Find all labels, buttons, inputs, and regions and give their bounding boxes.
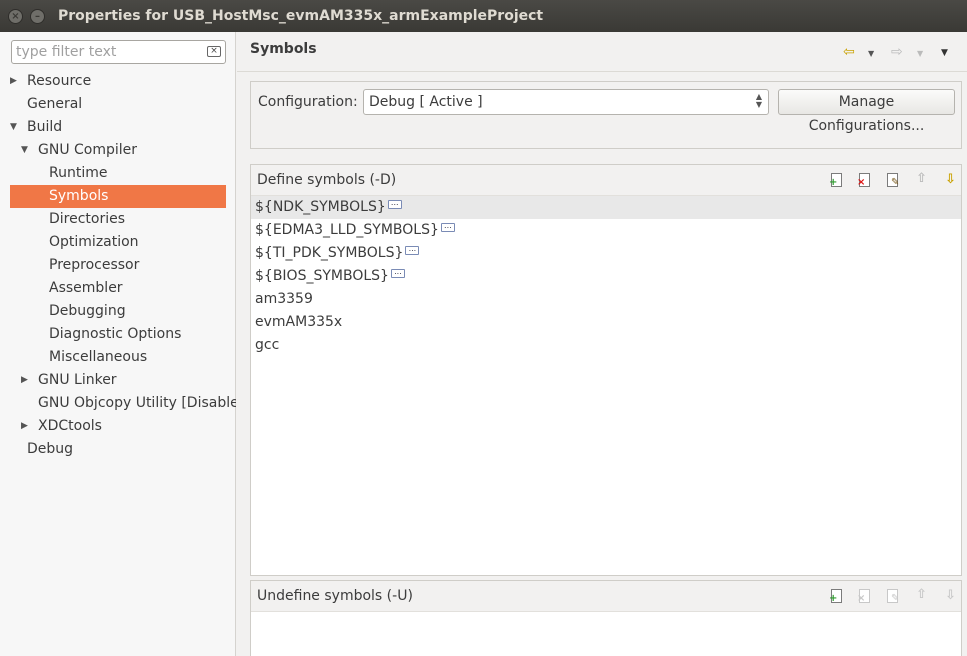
updown-arrows-icon: ▲ ▼: [755, 92, 762, 109]
window-title: Properties for USB_HostMsc_evmAM335x_arm…: [58, 8, 544, 24]
symbol-text: ${TI_PDK_SYMBOLS}: [255, 245, 404, 261]
manage-configurations-button[interactable]: Manage Configurations...: [778, 89, 955, 134]
symbol-text: ${BIOS_SYMBOLS}: [255, 268, 389, 284]
add-symbol-icon[interactable]: +: [829, 172, 845, 188]
tree-item-build[interactable]: ▼ Build: [0, 116, 236, 139]
collapse-arrow-icon[interactable]: ▼: [10, 116, 17, 139]
tree-item-debugging[interactable]: Debugging: [10, 300, 226, 323]
tree-item-gnu-linker[interactable]: ▶ GNU Linker: [0, 369, 236, 392]
symbol-text: ${EDMA3_LLD_SYMBOLS}: [255, 222, 439, 238]
symbol-text: evmAM335x: [255, 314, 343, 330]
symbol-text: ${NDK_SYMBOLS}: [255, 199, 386, 215]
tree-item-label: Miscellaneous: [49, 349, 148, 365]
variable-ellipsis-icon[interactable]: ...: [405, 245, 420, 255]
tree-item-general[interactable]: General: [0, 93, 236, 116]
symbol-text: am3359: [255, 291, 313, 307]
tree-item-assembler[interactable]: Assembler: [10, 277, 226, 300]
define-symbols-list: ${NDK_SYMBOLS}... ${EDMA3_LLD_SYMBOLS}...…: [251, 196, 961, 357]
tree-item-label: Debug: [27, 441, 74, 457]
tree-item-label: Build: [27, 119, 63, 135]
tree-item-gnu-compiler[interactable]: ▼ GNU Compiler: [0, 139, 236, 162]
tree-item-label: Resource: [27, 73, 92, 89]
close-window-button[interactable]: ×: [8, 9, 23, 24]
filter-field: ×: [11, 40, 226, 64]
symbol-row[interactable]: evmAM335x: [251, 311, 961, 334]
tree-item-label: Assembler: [49, 280, 123, 296]
variable-ellipsis-icon[interactable]: ...: [390, 268, 405, 278]
edit-symbol-icon[interactable]: ✎: [885, 172, 901, 188]
tree-item-preprocessor[interactable]: Preprocessor: [10, 254, 226, 277]
delete-symbol-icon[interactable]: ×: [857, 172, 873, 188]
tree-item-label: General: [27, 96, 83, 112]
tree-item-diagnostic-options[interactable]: Diagnostic Options: [10, 323, 226, 346]
configuration-select[interactable]: Debug [ Active ] ▲ ▼: [363, 89, 769, 115]
tree-item-label: Debugging: [49, 303, 126, 319]
tree-item-label: GNU Compiler: [38, 142, 138, 158]
expand-arrow-icon[interactable]: ▶: [10, 70, 17, 93]
undefine-symbols-header: Undefine symbols (-U) + × ✎ ⇧ ⇩: [251, 581, 961, 612]
undefine-symbols-panel: Undefine symbols (-U) + × ✎ ⇧ ⇩: [250, 580, 962, 656]
undefine-symbols-title: Undefine symbols (-U): [257, 588, 413, 604]
tree-item-directories[interactable]: Directories: [10, 208, 226, 231]
move-down-icon[interactable]: ⇩: [941, 172, 957, 188]
title-bar: × – Properties for USB_HostMsc_evmAM335x…: [0, 0, 967, 32]
tree-item-label: Optimization: [49, 234, 139, 250]
configuration-label: Configuration:: [258, 94, 358, 110]
variable-ellipsis-icon[interactable]: ...: [387, 199, 402, 209]
tree-item-runtime[interactable]: Runtime: [10, 162, 226, 185]
edit-symbol-icon[interactable]: ✎: [885, 588, 901, 604]
tree-item-label: Preprocessor: [49, 257, 140, 273]
view-menu-icon[interactable]: ▼: [941, 48, 948, 58]
configuration-group: Configuration: Debug [ Active ] ▲ ▼ Manag…: [250, 81, 962, 149]
variable-ellipsis-icon[interactable]: ...: [440, 222, 455, 232]
tree-item-label: GNU Objcopy Utility [Disabled]: [38, 395, 236, 411]
symbol-row[interactable]: ${BIOS_SYMBOLS}...: [251, 265, 961, 288]
define-symbols-title: Define symbols (-D): [257, 172, 397, 188]
minimize-window-button[interactable]: –: [30, 9, 45, 24]
symbol-row[interactable]: ${NDK_SYMBOLS}...: [251, 196, 961, 219]
back-history-dropdown-icon[interactable]: ▼: [868, 49, 874, 58]
define-symbols-header: Define symbols (-D) + × ✎ ⇧ ⇩: [251, 165, 961, 196]
left-nav-pane: × ▶ Resource General ▼ Build ▼ GNU Compi…: [0, 32, 236, 656]
tree-item-resource[interactable]: ▶ Resource: [0, 70, 236, 93]
page-title: Symbols: [250, 41, 317, 57]
symbol-row[interactable]: ${TI_PDK_SYMBOLS}...: [251, 242, 961, 265]
tree-item-optimization[interactable]: Optimization: [10, 231, 226, 254]
symbol-row[interactable]: ${EDMA3_LLD_SYMBOLS}...: [251, 219, 961, 242]
symbol-row[interactable]: am3359: [251, 288, 961, 311]
expand-arrow-icon[interactable]: ▶: [21, 415, 28, 438]
tree-item-miscellaneous[interactable]: Miscellaneous: [10, 346, 226, 369]
forward-arrow-icon[interactable]: ⇨: [891, 44, 903, 60]
tree-item-xdctools[interactable]: ▶ XDCtools: [0, 415, 236, 438]
move-down-icon[interactable]: ⇩: [941, 588, 957, 604]
configuration-value: Debug [ Active ]: [369, 94, 483, 110]
delete-symbol-icon[interactable]: ×: [857, 588, 873, 604]
move-up-icon[interactable]: ⇧: [913, 172, 929, 188]
tree-item-label: XDCtools: [38, 418, 102, 434]
undefine-symbols-toolbar: + × ✎ ⇧ ⇩: [829, 588, 957, 604]
tree-item-label: Symbols: [49, 188, 109, 204]
expand-arrow-icon[interactable]: ▶: [21, 369, 28, 392]
define-symbols-toolbar: + × ✎ ⇧ ⇩: [829, 172, 957, 188]
tree-item-label: Runtime: [49, 165, 108, 181]
symbol-row[interactable]: gcc: [251, 334, 961, 357]
tree-item-label: Diagnostic Options: [49, 326, 182, 342]
tree-item-label: Directories: [49, 211, 126, 227]
symbol-text: gcc: [255, 337, 280, 353]
back-arrow-icon[interactable]: ⇦: [843, 44, 855, 60]
tree-item-gnu-objcopy[interactable]: GNU Objcopy Utility [Disabled]: [0, 392, 236, 415]
properties-content: Symbols ⇦ ▼ ⇨ ▼ ▼ Configuration: Debug […: [237, 32, 967, 656]
filter-input[interactable]: [12, 41, 192, 63]
move-up-icon[interactable]: ⇧: [913, 588, 929, 604]
tree-item-debug[interactable]: Debug: [0, 438, 236, 461]
add-symbol-icon[interactable]: +: [829, 588, 845, 604]
header-divider: [237, 71, 967, 72]
define-symbols-panel: Define symbols (-D) + × ✎ ⇧ ⇩ ${NDK_SYMB…: [250, 164, 962, 576]
collapse-arrow-icon[interactable]: ▼: [21, 139, 28, 162]
tree-item-symbols[interactable]: Symbols: [10, 185, 226, 208]
tree-item-label: GNU Linker: [38, 372, 117, 388]
clear-filter-icon[interactable]: ×: [207, 46, 221, 57]
forward-history-dropdown-icon[interactable]: ▼: [917, 49, 923, 58]
property-tree: ▶ Resource General ▼ Build ▼ GNU Compile…: [0, 70, 236, 461]
